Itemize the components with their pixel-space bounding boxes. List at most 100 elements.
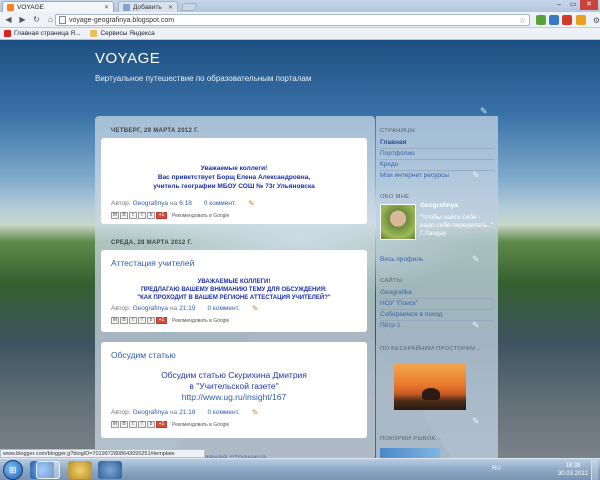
edit-pencil-icon[interactable]: ✎ — [252, 408, 259, 417]
post-date: СРЕДА, 28 МАРТА 2012 Г. — [111, 240, 193, 246]
extension-icon[interactable] — [549, 15, 559, 25]
bookmark-yandex-services[interactable]: Сервисы Яндекса — [90, 30, 155, 37]
divider — [380, 159, 494, 160]
address-bar[interactable]: voyage-geografinya.blogspot.com ☆ — [55, 14, 530, 26]
buzz-share-icon[interactable]: b — [147, 317, 155, 324]
post-time-link[interactable]: 21:18 — [179, 409, 195, 416]
twitter-share-icon[interactable]: t — [129, 317, 137, 324]
google-plus-icon[interactable]: +1 — [156, 317, 167, 324]
post-line: "КАК ПРОХОДИТ В ВАШЕМ РЕГИОНЕ АТТЕСТАЦИЯ… — [137, 295, 331, 301]
sidebar-link-poisk[interactable]: НОУ "Поиск" — [380, 300, 418, 307]
profile-quote: "Чтобы найти себя - надо себя переделать… — [420, 214, 494, 237]
post-time-link[interactable]: 21:19 — [179, 305, 195, 312]
reload-icon[interactable]: ↻ — [31, 14, 42, 25]
blog-share-icon[interactable]: B — [120, 421, 128, 428]
facebook-share-icon[interactable]: f — [138, 212, 146, 219]
email-share-icon[interactable]: M — [111, 212, 119, 219]
language-indicator[interactable]: RU — [492, 466, 501, 472]
start-button[interactable]: ⊞ — [3, 460, 23, 480]
sidebar-link-hike[interactable]: Собираемся в поход — [380, 311, 442, 318]
post-line: Обсудим статью Скурихина Дмитрия — [161, 370, 307, 380]
author-label: Автор: — [111, 305, 131, 312]
tree-silhouette — [422, 388, 440, 400]
status-bar: www.blogger.com/blogger.g?blogID=7019972… — [0, 449, 205, 458]
edit-pencil-icon[interactable]: ✎ — [248, 199, 255, 208]
author-link[interactable]: Geografinya — [133, 200, 168, 207]
divider — [380, 309, 494, 310]
minimize-icon[interactable]: – — [552, 0, 566, 10]
comments-link[interactable]: 0 коммент. — [204, 200, 236, 207]
bookmark-yandex-home[interactable]: Главная страница Я... — [4, 30, 80, 37]
sidebar-link-home[interactable]: Главная — [380, 139, 406, 146]
comments-link[interactable]: 0 коммент. — [208, 409, 240, 416]
email-share-icon[interactable]: M — [111, 317, 119, 324]
comments-link[interactable]: 0 коммент. — [208, 305, 240, 312]
blog-share-icon[interactable]: B — [120, 212, 128, 219]
edit-pencil-icon[interactable]: ✎ — [252, 304, 259, 313]
twitter-share-icon[interactable]: t — [129, 421, 137, 428]
explorer-icon[interactable] — [68, 461, 92, 479]
pages-heading: СТРАНИЦЫ — [380, 128, 416, 134]
post-title[interactable]: Аттестация учителей — [111, 258, 194, 268]
edit-wrench-icon[interactable]: ✎ — [472, 254, 480, 265]
google-plus-icon[interactable]: +1 — [156, 421, 167, 428]
edit-wrench-icon[interactable]: ✎ — [472, 416, 480, 427]
page-icon — [59, 16, 66, 24]
google-plus-icon[interactable]: +1 — [156, 212, 167, 219]
blog-description: Виртуальное путешествие по образовательн… — [95, 74, 312, 83]
post-line: ПРЕДЛАГАЮ ВАШЕМУ ВНИМАНИЮ ТЕМУ ДЛЯ ОБСУЖ… — [140, 287, 328, 293]
tab-add[interactable]: Добавить ✕ — [118, 1, 178, 12]
edit-wrench-icon[interactable]: ✎ — [472, 170, 480, 181]
extension-icon[interactable] — [536, 15, 546, 25]
close-tab-icon[interactable]: ✕ — [104, 4, 109, 11]
windows-taskbar: ⊞ RU 18:38 30.03.2012 — [0, 458, 600, 480]
new-tab-button[interactable] — [180, 3, 198, 11]
post-line: учитель географии МБОУ СОШ № 73г Ульянов… — [153, 183, 315, 190]
edit-wrench-icon[interactable]: ✎ — [472, 320, 480, 331]
bookmark-star-icon[interactable]: ☆ — [519, 16, 526, 25]
facebook-share-icon[interactable]: f — [138, 317, 146, 324]
post-line: Вас приветствует Борщ Елена Александровн… — [157, 174, 311, 181]
twitter-share-icon[interactable]: t — [129, 212, 137, 219]
tab-label: VOYAGE — [17, 3, 44, 11]
sidebar-link-peter[interactable]: Пётр-1 — [380, 322, 401, 329]
close-tab-icon[interactable]: ✕ — [168, 4, 173, 11]
blog-title[interactable]: VOYAGE — [95, 50, 160, 67]
profile-avatar[interactable] — [380, 204, 416, 240]
forward-icon[interactable]: ▶ — [17, 14, 28, 25]
author-label: Автор: — [111, 409, 131, 416]
tab-label: Добавить — [133, 3, 162, 11]
post-title[interactable]: Обсудим статью — [111, 350, 176, 360]
back-icon[interactable]: ◀ — [3, 14, 14, 25]
buzz-share-icon[interactable]: b — [147, 212, 155, 219]
chrome-taskbar-button[interactable] — [36, 461, 60, 479]
tab-voyage[interactable]: VOYAGE ✕ — [2, 1, 114, 12]
facebook-share-icon[interactable]: f — [138, 421, 146, 428]
full-profile-link[interactable]: Весь профиль — [380, 256, 423, 263]
messenger-icon[interactable] — [98, 461, 122, 479]
close-window-icon[interactable]: ✕ — [580, 0, 598, 10]
post: Уважаемые коллеги! Вас приветствует Борщ… — [101, 138, 367, 224]
show-desktop-button[interactable] — [591, 460, 598, 480]
extension-icon[interactable] — [576, 15, 586, 25]
sidebar-link-resources[interactable]: Мои интернет ресурсы — [380, 172, 449, 179]
article-link[interactable]: http://www.ug.ru/insight/167 — [101, 392, 367, 403]
sidebar-link-portfolio[interactable]: Портфолио — [380, 150, 415, 157]
profile-name[interactable]: Geografinya — [420, 202, 458, 209]
recommend-text: Рекомендовать в Google — [172, 212, 230, 219]
author-label: Автор: — [111, 200, 131, 207]
share-buttons: M B t f b +1 Рекомендовать в Google — [111, 421, 229, 428]
folder-icon — [90, 30, 98, 37]
sidebar-link-geografika[interactable]: Geografika — [380, 289, 412, 296]
author-link[interactable]: Geografinya — [133, 409, 168, 416]
sidebar-link-credo[interactable]: Кредо — [380, 161, 398, 168]
extension-icon[interactable] — [562, 15, 572, 25]
email-share-icon[interactable]: M — [111, 421, 119, 428]
author-link[interactable]: Geografinya — [133, 305, 168, 312]
clock[interactable]: 18:38 30.03.2012 — [558, 462, 588, 478]
post-time-link[interactable]: 6:18 — [179, 200, 192, 207]
maximize-icon[interactable]: ▭ — [566, 0, 580, 10]
blog-share-icon[interactable]: B — [120, 317, 128, 324]
wrench-icon[interactable]: ⚙ — [591, 15, 600, 26]
buzz-share-icon[interactable]: b — [147, 421, 155, 428]
